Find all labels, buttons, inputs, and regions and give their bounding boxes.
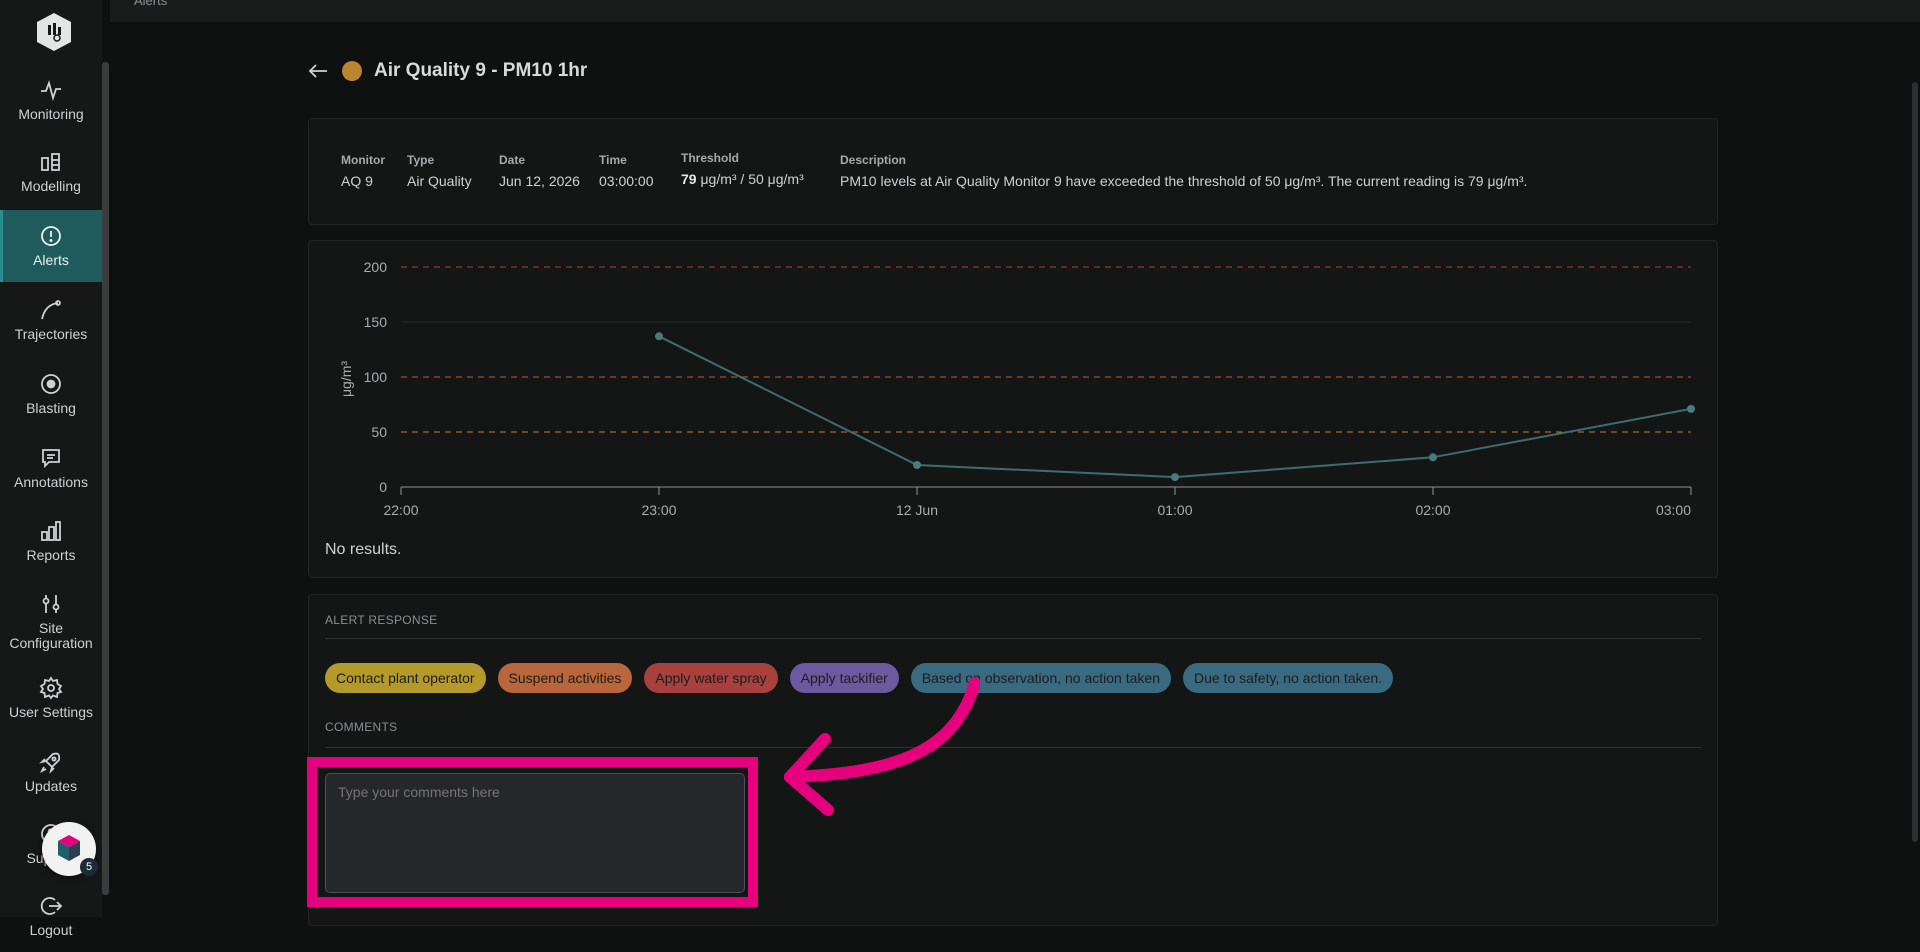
sidebar-scrollbar[interactable] [102, 62, 109, 895]
x-tick-label: 22:00 [383, 502, 418, 518]
logout-icon [40, 897, 63, 915]
y-tick-label: 150 [364, 314, 388, 330]
y-tick-label: 50 [371, 424, 387, 440]
data-point [655, 332, 663, 341]
response-action-chip[interactable]: Due to safety, no action taken. [1182, 663, 1394, 693]
pm10-line-chart: 0 50 100 150 200 22:00 23:00 12 Jun 01:00 02:00 03… [338, 259, 1695, 518]
sidebar-item-blasting[interactable]: Blasting [0, 358, 102, 430]
activity-icon [41, 80, 61, 102]
trajectory-icon [41, 300, 61, 320]
app-logo-icon[interactable] [36, 12, 72, 52]
data-point [913, 461, 921, 469]
chart-card: 0 50 100 150 200 22:00 23:00 12 Jun 01:00 02:00 03… [308, 240, 1718, 578]
series-line [658, 335, 1692, 479]
sidebar-item-reports[interactable]: Reports [0, 505, 102, 577]
y-tick-label: 0 [379, 479, 387, 495]
sidebar-item-label: Alerts [33, 252, 69, 268]
sidebar-item-modelling[interactable]: Modelling [0, 136, 102, 208]
data-point [1687, 404, 1695, 413]
y-tick-label: 100 [364, 369, 388, 385]
breadcrumb[interactable]: Alerts [134, 0, 167, 8]
response-action-chip[interactable]: Based on observation, no action taken [910, 663, 1171, 693]
sidebar-item-trajectories[interactable]: Trajectories [0, 284, 102, 356]
sidebar-item-label: Updates [24, 778, 78, 794]
x-tick-label: 01:00 [1157, 502, 1192, 518]
data-point [1429, 453, 1437, 462]
rocket-icon [39, 752, 61, 774]
status-dot [342, 61, 362, 81]
response-action-chip[interactable]: Apply tackifier [789, 663, 899, 693]
sidebar-item-label: Reports [26, 547, 76, 563]
alert-response-card: ALERT RESPONSE Contact plant operator Sus… [308, 594, 1718, 926]
divider [325, 747, 1701, 748]
sidebar: Monitoring Modelling Alerts Trajectories… [0, 0, 102, 938]
alert-info-card: Monitor AQ 9 Type Air Quality Date Jun 1… [308, 118, 1718, 225]
sidebar-item-label: Trajectories [14, 326, 88, 342]
x-tick-label: 12 Jun [896, 502, 938, 518]
sliders-icon [42, 594, 60, 613]
info-time: Time 03:00:00 [599, 153, 654, 189]
no-results-text: No results. [325, 541, 402, 558]
response-action-chip[interactable]: Contact plant operator [325, 663, 486, 693]
x-tick-label: 02:00 [1415, 502, 1450, 518]
message-icon [42, 449, 60, 469]
info-description: Description PM10 levels at Air Quality M… [840, 153, 1528, 189]
info-type: Type Air Quality [407, 153, 472, 189]
back-arrow-icon[interactable] [306, 59, 330, 83]
comments-label: COMMENTS [325, 720, 398, 734]
x-tick-label: 23:00 [641, 502, 676, 518]
bar-chart-icon [41, 521, 61, 541]
sidebar-item-monitoring[interactable]: Monitoring [0, 64, 102, 136]
info-date: Date Jun 12, 2026 [499, 153, 580, 189]
sidebar-item-annotations[interactable]: Annotations [0, 432, 102, 504]
page-header: Air Quality 9 - PM10 1hr [306, 56, 587, 86]
sidebar-item-label: Monitoring [18, 106, 84, 122]
page-title: Air Quality 9 - PM10 1hr [374, 60, 588, 81]
target-icon [41, 374, 61, 394]
model-icon [41, 153, 60, 171]
sidebar-item-updates[interactable]: Updates [0, 736, 102, 808]
sidebar-item-alerts[interactable]: Alerts [0, 210, 102, 282]
sidebar-item-label: Modelling [21, 178, 81, 194]
divider [325, 638, 1701, 639]
sidebar-item-label: User Settings [8, 704, 94, 720]
comments-textarea[interactable] [325, 773, 745, 893]
sidebar-item-user-settings[interactable]: User Settings [0, 662, 102, 734]
sidebar-item-label: Logout [29, 922, 73, 938]
sidebar-item-label: Annotations [14, 474, 88, 490]
info-monitor: Monitor AQ 9 [341, 153, 385, 189]
top-bar: Alerts [110, 0, 1920, 22]
y-tick-label: 200 [364, 259, 388, 275]
alert-circle-icon [41, 226, 61, 246]
sidebar-item-label: Site Configuration [9, 619, 93, 651]
alert-response-label: ALERT RESPONSE [325, 613, 438, 627]
sidebar-item-logout[interactable]: Logout [0, 880, 102, 952]
info-threshold: Threshold 79 μg/m³ / 50 μg/m³ [681, 151, 804, 187]
help-widget-logo-icon [58, 835, 80, 861]
sidebar-item-site-configuration[interactable]: Site Configuration [0, 580, 102, 662]
data-point [1171, 473, 1179, 482]
page-scrollbar[interactable] [1912, 82, 1918, 842]
response-actions: Contact plant operator Suspend activities… [325, 663, 1394, 693]
help-widget-badge: 5 [80, 858, 98, 876]
y-axis-label: μg/m³ [338, 361, 354, 397]
response-action-chip[interactable]: Apply water spray [644, 663, 778, 693]
gear-icon [39, 676, 63, 700]
x-tick-label: 03:00 [1656, 502, 1691, 518]
sidebar-item-label: Blasting [26, 400, 76, 416]
response-action-chip[interactable]: Suspend activities [497, 663, 633, 693]
